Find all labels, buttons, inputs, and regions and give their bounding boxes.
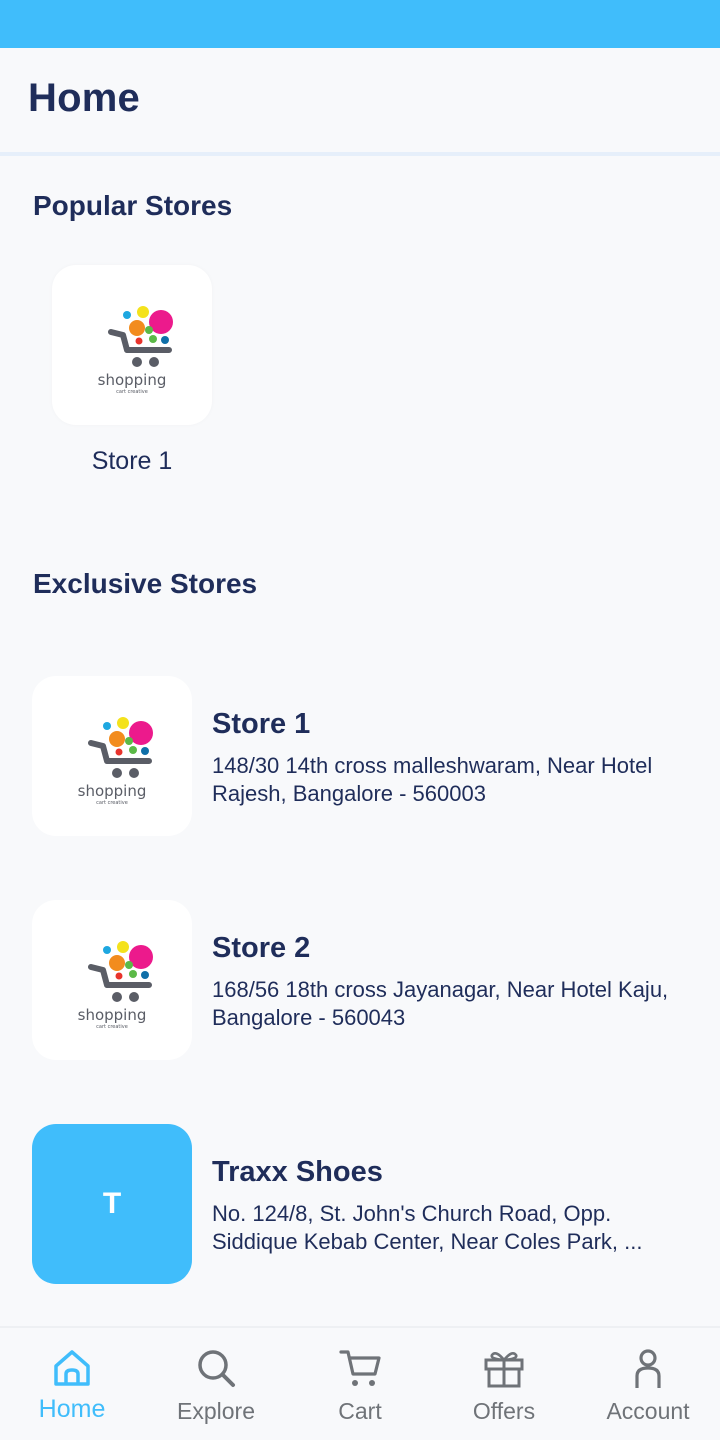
nav-label-account: Account — [606, 1398, 690, 1424]
store-thumbnail: shopping cart creative — [32, 900, 192, 1060]
store-initial-avatar: T — [32, 1124, 192, 1284]
popular-store-card[interactable]: shopping cart creative — [52, 265, 212, 425]
home-icon — [54, 1350, 90, 1386]
svg-text:cart creative: cart creative — [96, 800, 128, 806]
cart-icon — [339, 1350, 381, 1386]
nav-label-explore: Explore — [177, 1398, 255, 1424]
nav-item-offers[interactable]: Offers — [432, 1328, 576, 1440]
nav-label-home: Home — [38, 1395, 106, 1423]
exclusive-store-row[interactable]: T Traxx Shoes No. 124/8, St. John's Chur… — [32, 1124, 688, 1284]
page-title: Home — [28, 76, 140, 120]
svg-text:shopping: shopping — [78, 1006, 147, 1024]
svg-text:shopping: shopping — [98, 371, 167, 389]
svg-text:cart creative: cart creative — [96, 1024, 128, 1030]
svg-text:cart creative: cart creative — [116, 389, 148, 395]
store-logo-image: shopping cart creative — [98, 306, 173, 395]
nav-label-offers: Offers — [472, 1398, 536, 1424]
nav-label-cart: Cart — [338, 1398, 382, 1424]
bottom-navigation: Home Explore Cart Offers Account — [0, 1326, 720, 1440]
status-bar — [0, 0, 720, 48]
nav-item-home[interactable]: Home — [0, 1328, 144, 1440]
store-name: Traxx Shoes — [212, 1156, 383, 1188]
store-name: Store 1 — [212, 708, 311, 740]
nav-item-account[interactable]: Account — [576, 1328, 720, 1440]
search-icon — [198, 1350, 235, 1387]
store-logo-image: shopping cart creative — [78, 941, 153, 1030]
exclusive-stores-title: Exclusive Stores — [33, 568, 258, 599]
nav-item-explore[interactable]: Explore — [144, 1328, 288, 1440]
store-logo-image: shopping cart creative — [78, 717, 153, 806]
app-header: Home — [0, 48, 720, 156]
popular-store-name[interactable]: Store 1 — [52, 447, 212, 476]
exclusive-store-row[interactable]: shopping cart creative Store 1 148/30 14… — [32, 676, 688, 836]
store-address: 168/56 18th cross Jayanagar, Near Hotel … — [212, 977, 669, 1030]
store-address: No. 124/8, St. John's Church Road, Opp. … — [212, 1201, 643, 1254]
store-address: 148/30 14th cross malleshwaram, Near Hot… — [212, 753, 653, 806]
person-icon — [635, 1349, 661, 1388]
popular-stores-title: Popular Stores — [33, 190, 233, 221]
svg-text:shopping: shopping — [78, 782, 147, 800]
nav-item-cart[interactable]: Cart — [288, 1328, 432, 1440]
store-thumbnail: shopping cart creative — [32, 676, 192, 836]
store-name: Store 2 — [212, 932, 311, 964]
gift-icon — [484, 1352, 524, 1388]
exclusive-store-row[interactable]: shopping cart creative Store 2 168/56 18… — [32, 900, 688, 1060]
